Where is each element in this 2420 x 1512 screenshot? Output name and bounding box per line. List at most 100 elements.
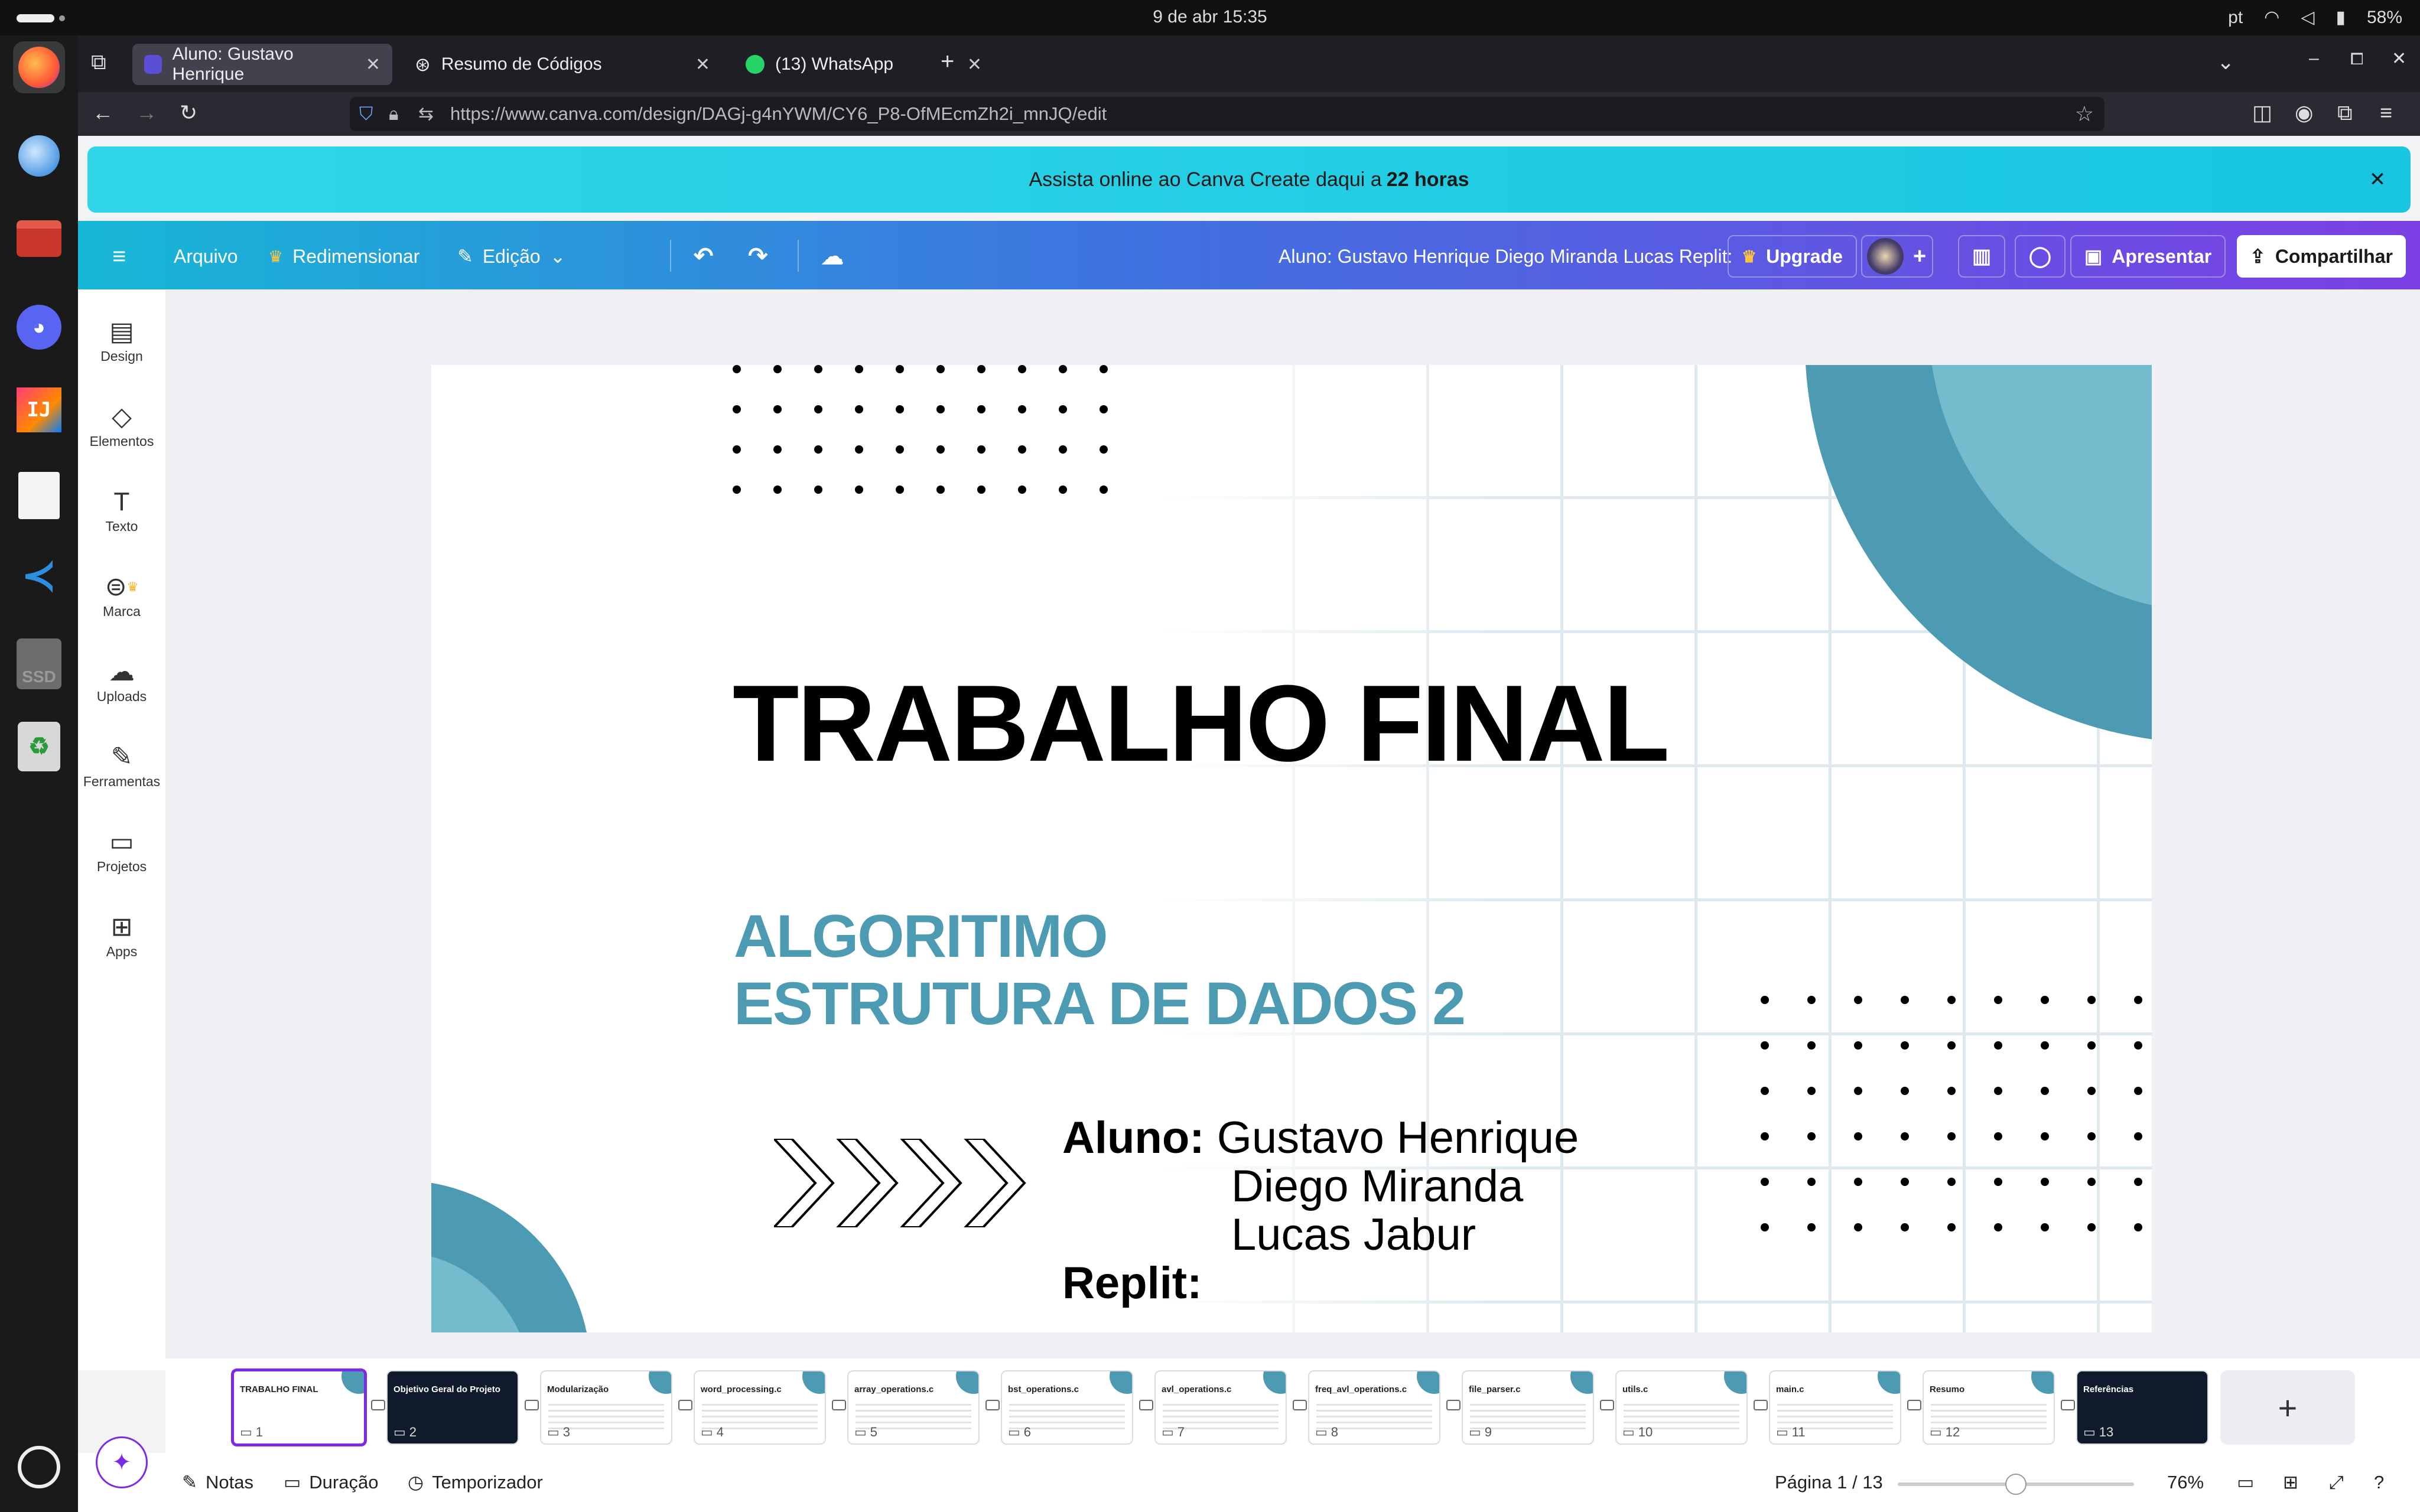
account-icon[interactable]: ◉	[2295, 100, 2313, 125]
files-icon[interactable]	[13, 213, 65, 265]
analytics-icon[interactable]: ▥	[1958, 235, 2006, 278]
intellij-icon[interactable]: IJ	[13, 384, 65, 436]
pocket-icon[interactable]: ◫	[2252, 100, 2272, 125]
tab-overview-icon[interactable]: ⧉	[91, 50, 106, 75]
slide-canvas[interactable]: TRABALHO FINAL ALGORITIMO ESTRUTURA DE D…	[431, 365, 2152, 1332]
back-icon[interactable]: ←	[92, 100, 113, 125]
page-thumbnail[interactable]: Resumo ▭ 12	[1923, 1370, 2055, 1445]
vscode-icon[interactable]: ≺	[13, 549, 65, 601]
transition-icon[interactable]	[832, 1400, 846, 1410]
firefox-icon[interactable]	[13, 41, 65, 93]
avatar[interactable]	[1867, 238, 1904, 275]
notes-button[interactable]: ✎ Notas	[182, 1472, 253, 1493]
close-tab-icon[interactable]: ✕	[695, 54, 710, 75]
comments-icon[interactable]: ◯	[2015, 235, 2066, 278]
sidebar-item-marca[interactable]: ⊜♛ Marca	[78, 571, 165, 620]
timer-button[interactable]: ◷ Temporizador	[408, 1472, 543, 1493]
sidebar-item-elementos[interactable]: ◇ Elementos	[78, 400, 165, 449]
help-icon[interactable]: ?	[2374, 1472, 2384, 1493]
resize-button[interactable]: ♛ Redimensionar	[255, 235, 432, 278]
main-menu-icon[interactable]: ≡	[99, 235, 139, 278]
sidebar-item-texto[interactable]: T Texto	[78, 485, 165, 535]
sidebar-item-design[interactable]: ▤ Design	[78, 315, 165, 364]
url-bar[interactable]: ⛉ 🔒︎ ⇆ https://www.canva.com/design/DAGj…	[350, 97, 2105, 131]
new-tab-icon[interactable]: +	[941, 48, 954, 75]
transition-icon[interactable]	[2061, 1400, 2075, 1410]
slide-subtitle[interactable]: ALGORITIMO ESTRUTURA DE DADOS 2	[734, 902, 1466, 1037]
list-tabs-icon[interactable]: ⌄	[2217, 50, 2234, 74]
minimize-icon[interactable]: –	[2309, 48, 2319, 69]
page-thumbnail[interactable]: avl_operations.c ▭ 7	[1154, 1370, 1287, 1445]
magic-assistant-icon[interactable]: ✦	[96, 1436, 148, 1488]
bookmark-star-icon[interactable]: ☆	[2075, 102, 2094, 126]
transition-icon[interactable]	[1446, 1400, 1461, 1410]
sidebar-item-ferramentas[interactable]: ✎ Ferramentas	[78, 741, 165, 790]
menu-icon[interactable]: ≡	[2380, 100, 2392, 125]
duration-button[interactable]: ▭ Duração	[284, 1472, 378, 1493]
language-indicator[interactable]: pt	[2228, 8, 2243, 28]
transition-icon[interactable]	[371, 1400, 385, 1410]
close-tab-icon[interactable]: ✕	[967, 54, 982, 75]
extensions-icon[interactable]: ⧉	[2337, 100, 2353, 126]
close-banner-icon[interactable]: ✕	[2362, 164, 2393, 195]
transition-icon[interactable]	[525, 1400, 539, 1410]
sidebar-item-apps[interactable]: ⊞ Apps	[78, 911, 165, 960]
fullscreen-icon[interactable]: ⤢	[2329, 1472, 2344, 1494]
page-view-icon[interactable]: ▭	[2237, 1472, 2254, 1493]
page-thumbnail[interactable]: main.c ▭ 11	[1769, 1370, 1901, 1445]
shield-icon[interactable]: ⛉	[359, 103, 373, 125]
discord-icon[interactable]: ◕	[13, 301, 65, 353]
page-thumbnail[interactable]: TRABALHO FINAL ▭ 1	[231, 1368, 367, 1446]
page-thumbnail[interactable]: bst_operations.c ▭ 6	[1001, 1370, 1133, 1445]
tab-whatsapp[interactable]: (13) WhatsApp ✕	[734, 44, 994, 85]
page-thumbnail[interactable]: file_parser.c ▭ 9	[1462, 1370, 1594, 1445]
share-button[interactable]: ⇪ Compartilhar	[2237, 235, 2406, 278]
restore-icon[interactable]: ⧠	[2350, 50, 2363, 69]
transition-icon[interactable]	[1754, 1400, 1768, 1410]
students-block[interactable]: Aluno: Gustavo Henrique Diego Miranda Lu…	[1062, 1114, 1579, 1308]
zoom-slider[interactable]	[1898, 1474, 2134, 1495]
page-thumbnail[interactable]: utils.c ▭ 10	[1615, 1370, 1748, 1445]
zoom-slider-handle[interactable]	[2005, 1474, 2027, 1495]
redo-icon[interactable]: ↷	[735, 235, 781, 278]
document-title[interactable]: Aluno: Gustavo Henrique Diego Miranda Lu…	[1266, 235, 1745, 278]
grid-view-icon[interactable]: ⊞	[2283, 1472, 2298, 1493]
page-thumbnail[interactable]: array_operations.c ▭ 5	[847, 1370, 980, 1445]
add-page-button[interactable]: +	[2220, 1370, 2355, 1445]
undo-icon[interactable]: ↶	[681, 235, 727, 278]
thunderbird-icon[interactable]	[13, 130, 65, 182]
file-menu-button[interactable]: Arquivo	[161, 235, 251, 278]
system-tray[interactable]: pt ◠ ◁ ▮ 58%	[2228, 7, 2402, 28]
transition-icon[interactable]	[1139, 1400, 1153, 1410]
reload-icon[interactable]: ↻	[180, 100, 197, 125]
os-clock[interactable]: 9 de abr 15:35	[0, 7, 2420, 27]
tab-resumo[interactable]: ⊛ Resumo de Códigos ✕	[403, 44, 722, 85]
sidebar-item-uploads[interactable]: ☁ Uploads	[78, 656, 165, 705]
page-thumbnail[interactable]: Referências ▭ 13	[2076, 1370, 2208, 1445]
slide-title[interactable]: TRABALHO FINAL	[733, 660, 1670, 786]
editing-mode-button[interactable]: ✎ Edição ⌄	[444, 235, 578, 278]
page-thumbnail[interactable]: freq_avl_operations.c ▭ 8	[1308, 1370, 1440, 1445]
drive-ssd-icon[interactable]: SSD	[13, 638, 65, 690]
sidebar-item-projetos[interactable]: ▭ Projetos	[78, 826, 165, 875]
page-indicator[interactable]: Página 1 / 13	[1775, 1472, 1883, 1493]
close-tab-icon[interactable]: ✕	[366, 54, 380, 75]
present-button[interactable]: ▣ Apresentar	[2070, 235, 2226, 278]
document-viewer-icon[interactable]	[13, 470, 65, 522]
page-thumbnail[interactable]: Objetivo Geral do Projeto ▭ 2	[386, 1370, 519, 1445]
tab-canva[interactable]: Aluno: Gustavo Henrique ✕	[132, 44, 392, 85]
page-thumbnail[interactable]: Modularização ▭ 3	[540, 1370, 672, 1445]
lock-icon[interactable]: 🔒︎	[389, 103, 399, 125]
transition-icon[interactable]	[1907, 1400, 1921, 1410]
permissions-icon[interactable]: ⇆	[418, 103, 434, 125]
trash-icon[interactable]: ♻	[13, 721, 65, 773]
show-apps-icon[interactable]	[13, 1441, 65, 1493]
page-thumbnail[interactable]: word_processing.c ▭ 4	[694, 1370, 826, 1445]
zoom-level[interactable]: 76%	[2167, 1472, 2204, 1493]
transition-icon[interactable]	[1293, 1400, 1307, 1410]
close-window-icon[interactable]: ✕	[2392, 48, 2406, 69]
chevron-arrows-icon[interactable]	[774, 1139, 1034, 1227]
cloud-saved-icon[interactable]: ☁	[808, 235, 857, 278]
upgrade-button[interactable]: ♛ Upgrade	[1728, 235, 1857, 278]
transition-icon[interactable]	[678, 1400, 692, 1410]
